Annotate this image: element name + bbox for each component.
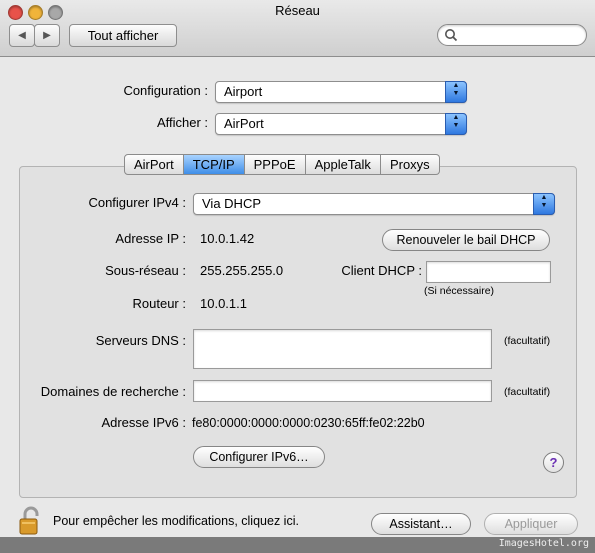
search-domains-field[interactable] — [193, 380, 492, 402]
popup-arrows-icon: ▲ ▼ — [445, 113, 467, 135]
router-value: 10.0.1.1 — [200, 296, 247, 311]
watermark-text: ImagesHotel.org — [498, 538, 589, 549]
ipv6-address-value: fe80:0000:0000:0000:0230:65ff:fe02:22b0 — [192, 416, 425, 430]
configuration-popup[interactable]: Airport ▲ ▼ — [215, 81, 467, 103]
configure-ipv4-label: Configurer IPv4 : — [88, 195, 186, 210]
forward-button[interactable]: ▶ — [34, 24, 60, 47]
renew-dhcp-lease-button[interactable]: Renouveler le bail DHCP — [382, 229, 550, 251]
router-label: Routeur : — [132, 296, 186, 311]
tab-tcpip[interactable]: TCP/IP — [183, 154, 245, 175]
show-popup[interactable]: AirPort ▲ ▼ — [215, 113, 467, 135]
assistant-button[interactable]: Assistant… — [371, 513, 471, 535]
subnet-label: Sous-réseau : — [105, 263, 186, 278]
tab-pppoe[interactable]: PPPoE — [244, 154, 306, 175]
toolbar: Réseau ◀ ▶ Tout afficher — [0, 0, 595, 57]
lock-message[interactable]: Pour empêcher les modifications, cliquez… — [53, 514, 299, 528]
ipv6-address-label: Adresse IPv6 : — [101, 415, 186, 430]
popup-arrows-icon: ▲ ▼ — [533, 193, 555, 215]
back-button[interactable]: ◀ — [9, 24, 35, 47]
search-domains-optional-note: (facultatif) — [504, 386, 551, 398]
help-icon: ? — [549, 455, 558, 470]
configure-ipv6-button[interactable]: Configurer IPv6… — [193, 446, 325, 468]
popup-arrows-icon: ▲ ▼ — [445, 81, 467, 103]
configure-ipv4-value: Via DHCP — [202, 196, 262, 211]
watermark-bar: ImagesHotel.org — [0, 537, 595, 553]
configuration-value: Airport — [224, 84, 263, 99]
show-label: Afficher : — [156, 115, 208, 130]
show-value: AirPort — [224, 116, 264, 131]
search-field[interactable] — [437, 24, 587, 46]
ip-address-value: 10.0.1.42 — [200, 231, 255, 246]
tab-appletalk[interactable]: AppleTalk — [305, 154, 381, 175]
search-domains-label: Domaines de recherche : — [40, 384, 186, 399]
help-button[interactable]: ? — [543, 452, 564, 473]
subnet-value: 255.255.255.0 — [200, 263, 284, 278]
apply-button[interactable]: Appliquer — [484, 513, 578, 535]
tab-proxys[interactable]: Proxys — [380, 154, 440, 175]
tab-bar: AirPort TCP/IP PPPoE AppleTalk Proxys — [124, 154, 440, 175]
dns-servers-field[interactable] — [193, 329, 492, 369]
tab-airport[interactable]: AirPort — [124, 154, 184, 175]
if-needed-note: (Si nécessaire) — [424, 285, 495, 297]
network-preferences-window: Réseau ◀ ▶ Tout afficher Configuration :… — [0, 0, 595, 553]
search-input[interactable] — [460, 26, 582, 44]
window-title: Réseau — [275, 3, 320, 18]
show-all-button[interactable]: Tout afficher — [69, 24, 177, 47]
dhcp-client-field[interactable] — [426, 261, 551, 283]
forward-arrow-icon: ▶ — [43, 30, 51, 41]
dns-servers-label: Serveurs DNS : — [95, 333, 186, 348]
dhcp-client-label: Client DHCP : — [341, 263, 422, 278]
dns-optional-note: (facultatif) — [504, 335, 551, 347]
lock-icon[interactable] — [17, 506, 45, 536]
search-icon — [445, 29, 458, 42]
back-arrow-icon: ◀ — [18, 30, 26, 41]
configuration-label: Configuration : — [123, 83, 208, 98]
configure-ipv4-popup[interactable]: Via DHCP ▲ ▼ — [193, 193, 555, 215]
ip-address-label: Adresse IP : — [115, 231, 186, 246]
